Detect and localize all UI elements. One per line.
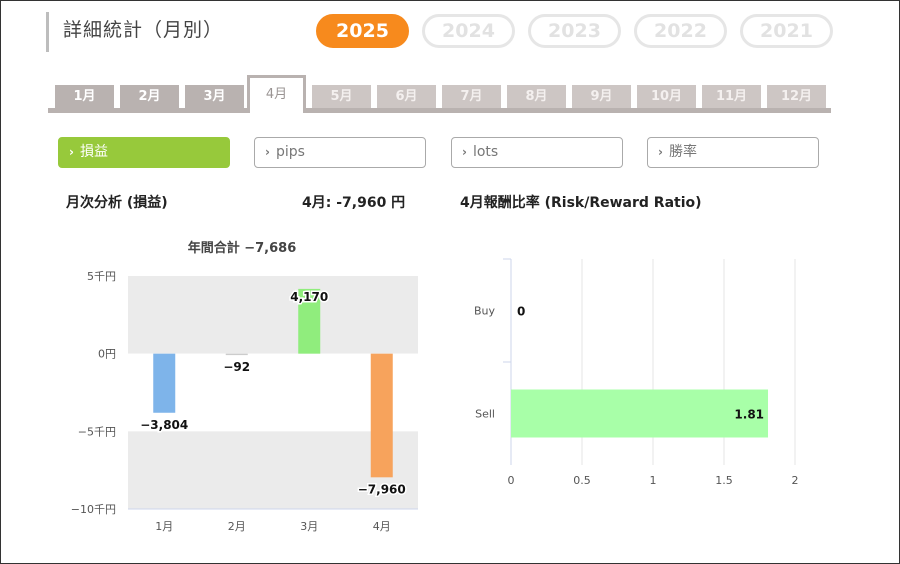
- month-tab-9[interactable]: 9月: [572, 85, 631, 108]
- month-tab-1[interactable]: 1月: [55, 85, 114, 108]
- risk-reward-chart: 0 0.5 1 1.5 2 Buy 0 Sell 1.81: [474, 258, 799, 487]
- metric-button-label: 損益: [79, 144, 108, 160]
- month-tab-7[interactable]: 7月: [442, 85, 501, 108]
- y-tick-label: Buy: [474, 305, 496, 318]
- bar-1月: [153, 353, 176, 413]
- chevron-right-icon: ›: [265, 145, 270, 159]
- x-tick-label: 0.5: [573, 474, 591, 487]
- data-label: −3,804: [140, 418, 188, 432]
- metric-button-winrate[interactable]: › 勝率: [647, 137, 819, 168]
- data-label: −92: [223, 360, 250, 374]
- bar-4月: [370, 353, 393, 478]
- monthly-analysis-heading: 月次分析 (損益): [66, 195, 168, 211]
- month-tab-5[interactable]: 5月: [312, 85, 371, 108]
- bar-Sell: [511, 389, 769, 438]
- chevron-right-icon: ›: [658, 145, 663, 159]
- metric-button-label: lots: [472, 144, 499, 160]
- x-tick-label: 2: [792, 474, 799, 487]
- month-tab-2[interactable]: 2月: [120, 85, 179, 108]
- grid-band: [128, 276, 418, 354]
- month-tab-10[interactable]: 10月: [637, 85, 696, 108]
- year-tab-2023[interactable]: 2023: [528, 14, 621, 48]
- year-tab-2025[interactable]: 2025: [316, 14, 409, 48]
- data-label: 1.81: [734, 408, 764, 422]
- current-month-value: 4月: -7,960 円: [302, 195, 406, 211]
- chart-title: 年間合計 −7,686: [188, 240, 297, 256]
- data-label: −7,960: [358, 482, 406, 496]
- bar-2月: [225, 353, 248, 356]
- x-tick-label: 0: [508, 474, 515, 487]
- metric-button-label: 勝率: [668, 144, 697, 160]
- month-tab-4[interactable]: 4月: [247, 75, 306, 113]
- x-tick-label: 1月: [155, 520, 173, 533]
- month-tab-8[interactable]: 8月: [507, 85, 566, 108]
- metric-button-label: pips: [275, 144, 305, 160]
- rr-heading: 4月報酬比率 (Risk/Reward Ratio): [460, 195, 702, 211]
- y-tick-label: −10千円: [71, 503, 116, 516]
- metric-button-lots[interactable]: › lots: [451, 137, 623, 168]
- y-tick-label: 0円: [98, 348, 116, 361]
- year-tab-2022[interactable]: 2022: [634, 14, 727, 48]
- metric-button-pnl[interactable]: › 損益: [58, 137, 230, 168]
- y-tick-label: −5千円: [78, 425, 116, 438]
- year-tab-2024[interactable]: 2024: [422, 14, 515, 48]
- year-selector: 2025 2024 2023 2022 2021: [316, 14, 846, 48]
- title-bar: 詳細統計（月別）: [46, 12, 223, 52]
- chevron-right-icon: ›: [462, 145, 467, 159]
- year-tab-2021[interactable]: 2021: [740, 14, 833, 48]
- month-tabs: 1月 2月 3月 4月 5月 6月 7月 8月 9月 10月 11月 12月: [48, 75, 831, 113]
- month-tab-12[interactable]: 12月: [767, 85, 826, 108]
- x-tick-label: 2月: [228, 520, 246, 533]
- chevron-right-icon: ›: [69, 145, 74, 159]
- y-tick-label: Sell: [475, 408, 495, 421]
- data-label: 4,170: [290, 290, 328, 304]
- x-tick-label: 3月: [300, 520, 318, 533]
- y-tick-label: 5千円: [87, 270, 116, 283]
- x-tick-label: 1.5: [715, 474, 733, 487]
- month-tab-11[interactable]: 11月: [702, 85, 761, 108]
- monthly-pnl-chart: 年間合計 −7,686 5千円 0円 −5千円 −10千円 −3,804 1月 −92 2月 4,…: [71, 240, 418, 533]
- data-label: 0: [517, 305, 525, 319]
- month-tab-3[interactable]: 3月: [185, 85, 244, 108]
- x-tick-label: 1: [650, 474, 657, 487]
- x-tick-label: 4月: [373, 520, 391, 533]
- metric-button-pips[interactable]: › pips: [254, 137, 426, 168]
- month-tab-6[interactable]: 6月: [377, 85, 436, 108]
- page-title: 詳細統計（月別）: [63, 19, 224, 41]
